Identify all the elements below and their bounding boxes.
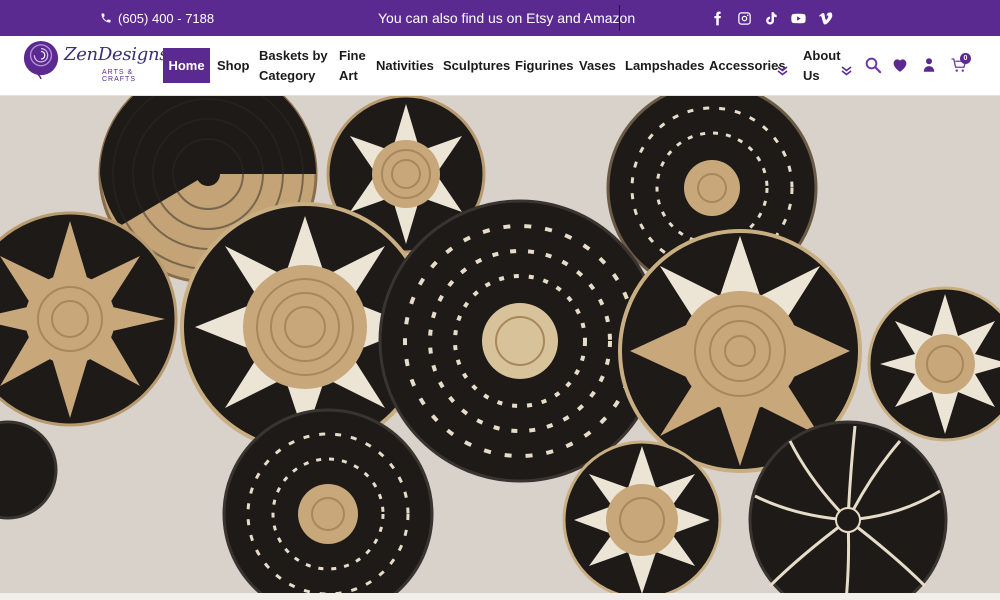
chevron-down-icon[interactable]: [777, 63, 788, 76]
woven-baskets-wall-icon: [0, 96, 1000, 593]
chevron-down-icon[interactable]: [841, 63, 852, 76]
nav-shop[interactable]: Shop: [217, 56, 250, 76]
brand-name: ZenDesigns: [64, 44, 169, 65]
hero-bottom-edge: [0, 593, 1000, 600]
vimeo-icon[interactable]: [817, 10, 833, 26]
social-links: [709, 0, 833, 36]
rose-logo-icon: [23, 41, 59, 80]
cart-count-badge: 0: [960, 53, 971, 64]
phone-icon: [101, 13, 111, 23]
promo-text: You can also find us on Etsy and Amazon: [378, 10, 636, 26]
facebook-icon[interactable]: [709, 10, 725, 26]
top-bar: (605) 400 - 7188 You can also find us on…: [0, 0, 1000, 36]
user-icon[interactable]: [920, 56, 938, 74]
brand-logo[interactable]: ZenDesigns ARTS & CRAFTS: [22, 39, 168, 87]
nav-figurines[interactable]: Figurines: [515, 56, 574, 76]
topbar-divider: [619, 5, 620, 31]
nav-sculptures[interactable]: Sculptures: [443, 56, 510, 76]
phone-number[interactable]: (605) 400 - 7188: [118, 11, 214, 26]
youtube-icon[interactable]: [790, 10, 806, 26]
phone-link[interactable]: (605) 400 - 7188: [100, 0, 214, 36]
nav-nativities[interactable]: Nativities: [376, 56, 434, 76]
brand-tagline: ARTS & CRAFTS: [102, 69, 136, 83]
nav-vases[interactable]: Vases: [579, 56, 616, 76]
main-navbar: ZenDesigns ARTS & CRAFTS Home Shop Baske…: [0, 36, 1000, 96]
nav-home[interactable]: Home: [163, 48, 210, 83]
heart-icon[interactable]: [891, 56, 909, 74]
nav-fine-art[interactable]: Fine Art: [339, 46, 373, 86]
nav-about-us[interactable]: About Us: [803, 46, 843, 86]
instagram-icon[interactable]: [736, 10, 752, 26]
nav-accessories[interactable]: Accessories: [709, 56, 786, 76]
nav-lampshades[interactable]: Lampshades: [625, 56, 704, 76]
hero-image: [0, 96, 1000, 593]
tiktok-icon[interactable]: [763, 10, 779, 26]
search-icon[interactable]: [864, 56, 882, 74]
nav-baskets-by-category[interactable]: Baskets by Category: [259, 46, 331, 86]
